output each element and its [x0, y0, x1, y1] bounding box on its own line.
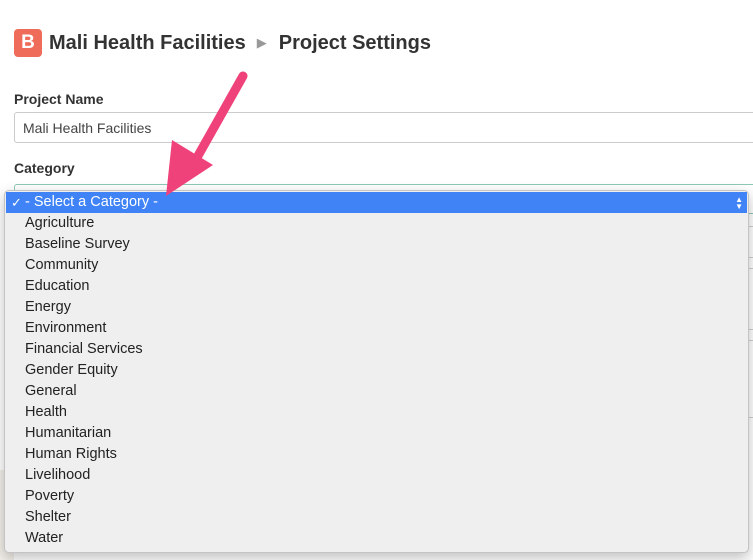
option-label: Human Rights — [25, 446, 117, 462]
option-water[interactable]: Water — [5, 528, 748, 549]
option-baseline-survey[interactable]: Baseline Survey — [5, 234, 748, 255]
project-name-input[interactable] — [14, 112, 753, 143]
option-poverty[interactable]: Poverty — [5, 486, 748, 507]
checkmark-icon: ✓ — [11, 195, 22, 210]
option-label: Financial Services — [25, 341, 143, 357]
project-name-label: Project Name — [14, 91, 104, 107]
option-financial-services[interactable]: Financial Services — [5, 339, 748, 360]
option-label: Baseline Survey — [25, 236, 130, 252]
option-label: Poverty — [25, 488, 75, 504]
option-health[interactable]: Health — [5, 402, 748, 423]
option-label: Agriculture — [25, 215, 95, 231]
app-logo[interactable]: B — [14, 29, 42, 57]
option-humanitarian[interactable]: Humanitarian — [5, 423, 748, 444]
option-label: Humanitarian — [25, 425, 112, 441]
option-agriculture[interactable]: Agriculture — [5, 213, 748, 234]
option-livelihood[interactable]: Livelihood — [5, 465, 748, 486]
option-label: Energy — [25, 299, 71, 315]
breadcrumb: B Mali Health Facilities ▶ Project Setti… — [14, 29, 431, 57]
option-label: General — [25, 383, 77, 399]
page-title: Project Settings — [278, 31, 431, 54]
option-shelter[interactable]: Shelter — [5, 507, 748, 528]
option-label: Education — [25, 278, 90, 294]
option-label: Shelter — [25, 509, 71, 525]
option-education[interactable]: Education — [5, 276, 748, 297]
option-environment[interactable]: Environment — [5, 318, 748, 339]
option-general[interactable]: General — [5, 381, 748, 402]
option-community[interactable]: Community — [5, 255, 748, 276]
option-energy[interactable]: Energy — [5, 297, 748, 318]
option-human-rights[interactable]: Human Rights — [5, 444, 748, 465]
option-label: - Select a Category - — [25, 194, 158, 210]
option-gender-equity[interactable]: Gender Equity — [5, 360, 748, 381]
select-arrows-icon: ▲ ▼ — [735, 195, 743, 211]
option-label: Livelihood — [25, 467, 91, 483]
option-label: Gender Equity — [25, 362, 118, 378]
category-label: Category — [14, 160, 75, 176]
breadcrumb-separator-icon: ▶ — [256, 35, 267, 50]
category-dropdown-list[interactable]: ✓ - Select a Category - ▲ ▼ Agriculture Ba… — [4, 190, 749, 553]
option-label: Health — [25, 404, 67, 420]
option-label: Environment — [25, 320, 107, 336]
option-select-a-category[interactable]: ✓ - Select a Category - ▲ ▼ — [6, 192, 747, 213]
option-label: Community — [25, 257, 99, 273]
option-label: Water — [25, 530, 64, 546]
breadcrumb-project-link[interactable]: Mali Health Facilities — [49, 32, 246, 55]
